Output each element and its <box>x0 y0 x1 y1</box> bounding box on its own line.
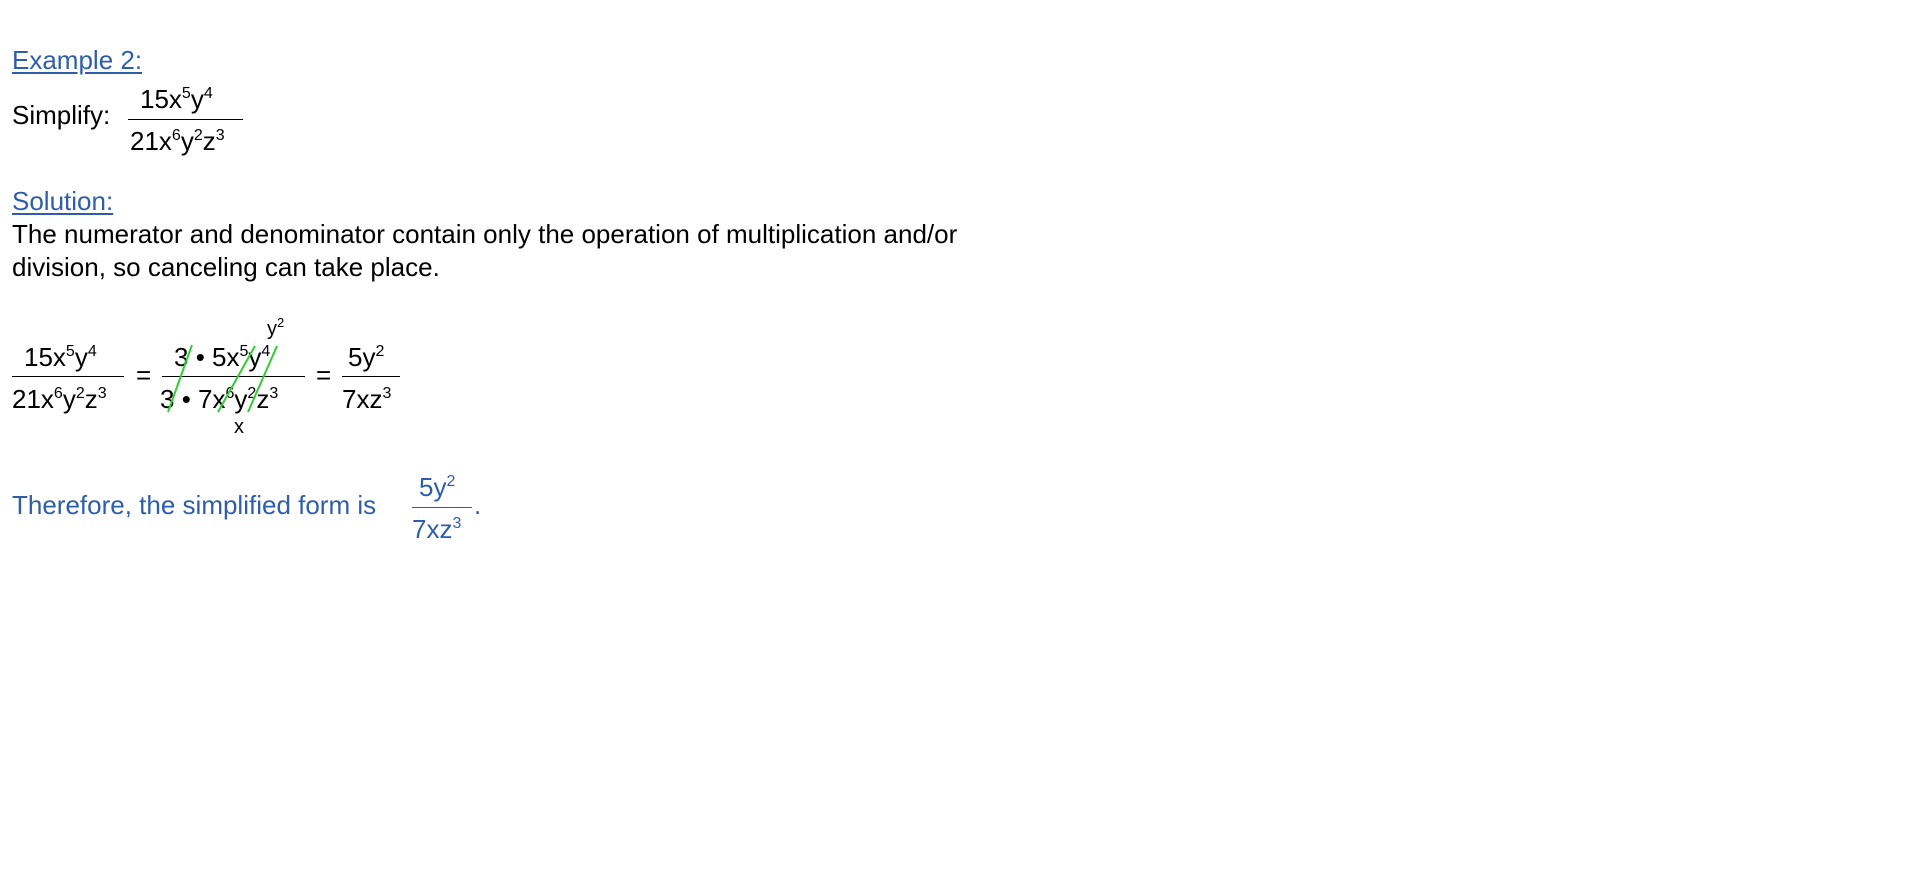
cancel-stroke-x <box>217 345 256 413</box>
exponent: 3 <box>382 385 392 402</box>
conclusion-text: Therefore, the simplified form is <box>12 490 377 520</box>
conclusion-denominator: 7xz3 <box>412 514 461 545</box>
work-right-numerator: 5y2 <box>348 342 384 373</box>
equals-sign: = <box>316 360 332 390</box>
numerator-term: 5y <box>419 472 447 502</box>
numerator-term: 5y <box>348 342 376 372</box>
denominator-term: 7xz <box>412 514 453 544</box>
conclusion-period: . <box>474 490 482 520</box>
exponent: 2 <box>446 473 456 490</box>
work-right-denominator: 7xz3 <box>342 384 391 415</box>
exponent: 3 <box>452 515 462 532</box>
cancel-strokes <box>167 344 278 413</box>
fraction-bar <box>412 507 472 508</box>
denominator-term: 7xz <box>342 384 383 414</box>
cancel-stroke-y <box>247 345 278 413</box>
fraction-bar <box>342 376 400 377</box>
cancel-stroke-three <box>167 344 193 413</box>
conclusion-numerator: 5y2 <box>419 472 455 503</box>
exponent: 2 <box>375 343 385 360</box>
